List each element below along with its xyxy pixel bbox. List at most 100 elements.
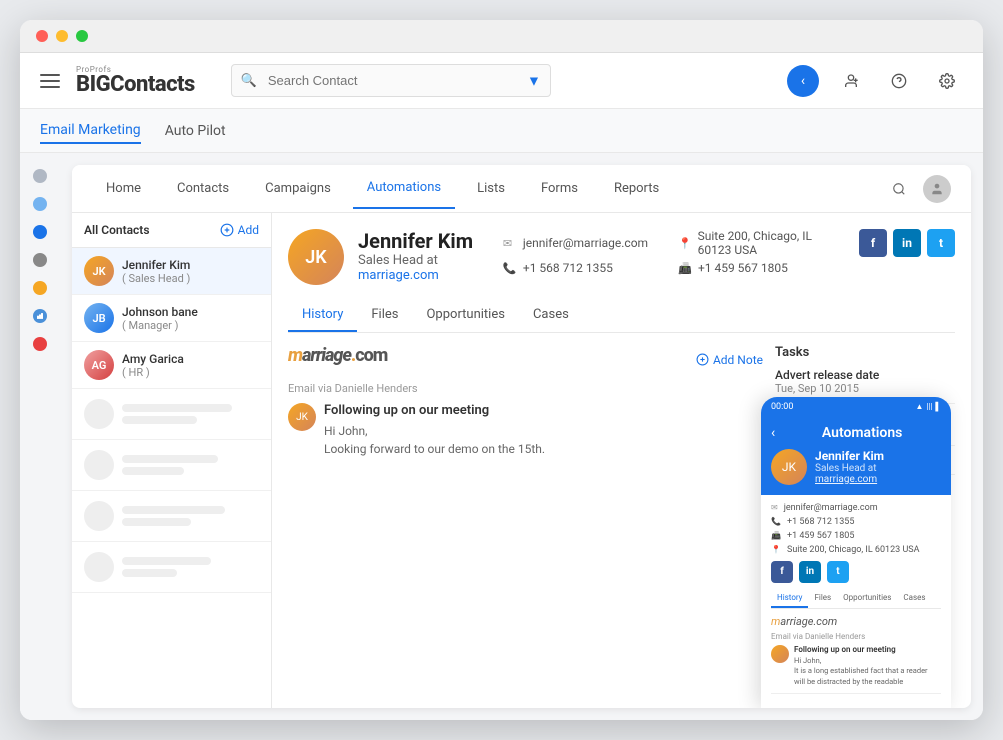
mobile-note-body: Hi John, It is a long established fact t…	[794, 656, 928, 688]
contact-item-johnson[interactable]: JB Johnson bane ( Manager )	[72, 295, 271, 342]
side-dot-6[interactable]	[33, 309, 47, 323]
task-1-date: Tue, Sep 10 2015	[775, 382, 955, 395]
tab-cases[interactable]: Cases	[519, 299, 583, 332]
mobile-tab-cases[interactable]: Cases	[897, 589, 931, 608]
back-button[interactable]: ‹	[787, 65, 819, 97]
sub-navigation: Email Marketing Auto Pilot	[20, 109, 983, 153]
mobile-tab-files[interactable]: Files	[808, 589, 837, 608]
side-dot-2[interactable]	[33, 197, 47, 211]
add-contact-button[interactable]: Add	[220, 223, 259, 237]
nav-home[interactable]: Home	[92, 169, 155, 208]
mobile-header: ‹ Automations	[761, 417, 951, 449]
mobile-status-icons: ▲ ||| ▌	[916, 402, 941, 411]
mobile-linkedin-button[interactable]: in	[799, 561, 821, 583]
mobile-tab-history[interactable]: History	[771, 589, 808, 608]
mobile-twitter-button[interactable]: t	[827, 561, 849, 583]
mobile-company-logo: marriage.com	[771, 615, 941, 628]
topnav-right: ‹	[787, 65, 963, 97]
help-button[interactable]	[883, 65, 915, 97]
contact-phone1-row: 📞 +1 568 712 1355	[503, 261, 658, 275]
fax-icon: 📠	[678, 262, 692, 275]
detail-avatar: JK	[288, 229, 344, 285]
side-dot-1[interactable]	[33, 169, 47, 183]
mobile-company-link[interactable]: marriage.com	[815, 474, 877, 485]
mobile-facebook-button[interactable]: f	[771, 561, 793, 583]
minimize-dot[interactable]	[56, 30, 68, 42]
contact-email: jennifer@marriage.com	[523, 236, 648, 250]
note-avatar: JK	[288, 403, 316, 431]
mobile-phone2-row: 📠 +1 459 567 1805	[771, 531, 941, 541]
mobile-phone1-icon: 📞	[771, 517, 781, 526]
mobile-back-button[interactable]: ‹	[771, 425, 775, 441]
mobile-email-via: Email via Danielle Henders	[771, 632, 941, 641]
side-dot-4[interactable]	[33, 253, 47, 267]
mobile-address: Suite 200, Chicago, IL 60123 USA	[787, 545, 920, 555]
mobile-contact-info: Jennifer Kim Sales Head at marriage.com	[815, 449, 941, 485]
main-split: All Contacts Add JK Jennifer Kim	[72, 213, 971, 708]
nav-contacts[interactable]: Contacts	[163, 169, 243, 208]
contact-item-amy[interactable]: AG Amy Garica ( HR )	[72, 342, 271, 389]
mobile-phone1: +1 568 712 1355	[787, 517, 854, 527]
mobile-note-item: Following up on our meeting Hi John, It …	[771, 645, 941, 688]
task-1-name: Advert release date	[775, 368, 955, 382]
side-dot-3[interactable]	[33, 225, 47, 239]
browser-window: ProProfs BIGContacts 🔍 ▼ ‹ Email Marketi…	[20, 20, 983, 720]
contact-item-jennifer[interactable]: JK Jennifer Kim ( Sales Head )	[72, 248, 271, 295]
contacts-sidebar: All Contacts Add JK Jennifer Kim	[72, 213, 272, 708]
search-icon: 🔍	[241, 73, 257, 88]
tab-files[interactable]: Files	[357, 299, 412, 332]
mobile-email-row: ✉ jennifer@marriage.com	[771, 503, 941, 513]
tab-opportunities[interactable]: Opportunities	[412, 299, 518, 332]
add-user-button[interactable]	[835, 65, 867, 97]
contact-info-amy: Amy Garica ( HR )	[122, 352, 184, 379]
battery-icon: ▌	[935, 402, 941, 411]
twitter-button[interactable]: t	[927, 229, 955, 257]
contact-address-row: 📍 Suite 200, Chicago, IL 60123 USA	[678, 229, 833, 257]
facebook-button[interactable]: f	[859, 229, 887, 257]
contact-avatar-amy: AG	[84, 350, 114, 380]
mobile-contact-avatar: JK	[771, 449, 807, 485]
mobile-phone1-row: 📞 +1 568 712 1355	[771, 517, 941, 527]
tasks-title: Tasks	[775, 345, 955, 360]
mobile-divider	[771, 693, 941, 694]
email-icon: ✉	[503, 237, 517, 250]
note-body: Hi John, Looking forward to our demo on …	[324, 422, 545, 458]
browser-titlebar	[20, 20, 983, 53]
subnav-auto-pilot[interactable]: Auto Pilot	[165, 119, 226, 143]
side-dot-5[interactable]	[33, 281, 47, 295]
side-dot-7[interactable]	[33, 337, 47, 351]
user-avatar-nav[interactable]	[923, 175, 951, 203]
contact-phone2: +1 459 567 1805	[698, 261, 788, 275]
side-dots-panel	[20, 153, 60, 720]
maximize-dot[interactable]	[76, 30, 88, 42]
hamburger-menu[interactable]	[40, 74, 60, 88]
nav-campaigns[interactable]: Campaigns	[251, 169, 345, 208]
contact-phone2-row: 📠 +1 459 567 1805	[678, 261, 833, 275]
settings-button[interactable]	[931, 65, 963, 97]
search-contacts-icon[interactable]	[885, 175, 913, 203]
task-item-1: Advert release date Tue, Sep 10 2015	[775, 368, 955, 395]
email-via-label: Email via Danielle Henders	[288, 382, 763, 395]
mobile-body: ✉ jennifer@marriage.com 📞 +1 568 712 135…	[761, 495, 951, 709]
detail-tabs: History Files Opportunities Cases	[288, 299, 955, 333]
add-note-button[interactable]: Add Note	[696, 353, 763, 367]
contact-company-link[interactable]: marriage.com	[358, 268, 439, 283]
contact-info-jennifer: Jennifer Kim ( Sales Head )	[122, 258, 190, 285]
tab-history[interactable]: History	[288, 299, 357, 332]
nav-reports[interactable]: Reports	[600, 169, 673, 208]
inner-navigation: Home Contacts Campaigns Automations List…	[72, 165, 971, 213]
nav-forms[interactable]: Forms	[527, 169, 592, 208]
subnav-email-marketing[interactable]: Email Marketing	[40, 118, 141, 144]
mobile-contact-name: Jennifer Kim	[815, 449, 941, 463]
main-content-area: JK Jennifer Kim Sales Head at marriage.c…	[272, 213, 971, 708]
close-dot[interactable]	[36, 30, 48, 42]
nav-automations[interactable]: Automations	[353, 168, 455, 209]
mobile-contact-title: Sales Head at marriage.com	[815, 463, 941, 485]
mobile-email-icon: ✉	[771, 503, 778, 512]
linkedin-button[interactable]: in	[893, 229, 921, 257]
search-input[interactable]	[231, 64, 551, 97]
nav-lists[interactable]: Lists	[463, 169, 519, 208]
search-dropdown-icon[interactable]: ▼	[527, 72, 541, 89]
mobile-mockup: 00:00 ▲ ||| ▌ ‹ Automations	[761, 397, 951, 709]
mobile-tab-opportunities[interactable]: Opportunities	[837, 589, 897, 608]
